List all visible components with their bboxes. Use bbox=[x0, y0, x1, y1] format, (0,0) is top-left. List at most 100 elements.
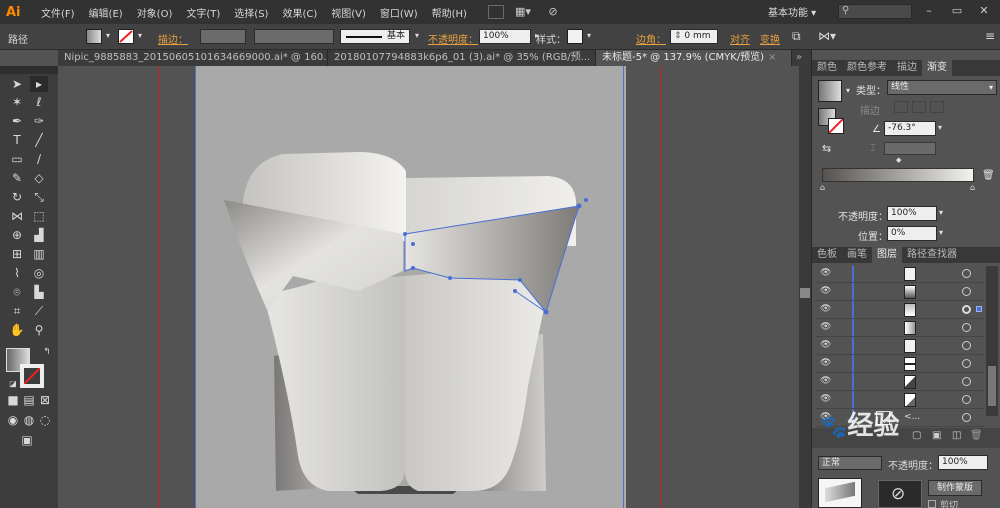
eye-icon[interactable]: 👁 bbox=[820, 304, 831, 314]
menu-edit[interactable]: 编辑(E) bbox=[82, 5, 130, 20]
tab-layers[interactable]: 图层 bbox=[872, 247, 902, 263]
eye-icon[interactable]: 👁 bbox=[820, 322, 831, 332]
scale-tool-icon[interactable]: ⤡ bbox=[30, 189, 48, 205]
eye-icon[interactable]: 👁 bbox=[820, 376, 831, 386]
fill-dropdown-icon[interactable]: ▾ bbox=[103, 31, 113, 42]
arrange-documents-icon[interactable]: ▦▾ bbox=[512, 5, 534, 19]
layer-row[interactable]: 👁 bbox=[816, 338, 984, 355]
eye-icon[interactable]: 👁 bbox=[820, 286, 831, 296]
clip-checkbox[interactable] bbox=[928, 500, 936, 508]
stroke-dropdown-icon[interactable]: ▾ bbox=[135, 31, 145, 42]
tab-swatches[interactable]: 色板 bbox=[812, 247, 842, 263]
layer-row[interactable]: 👁 bbox=[816, 356, 984, 373]
target-icon[interactable] bbox=[962, 377, 971, 386]
angle-dropdown-icon[interactable]: ▾ bbox=[938, 123, 942, 132]
rectangle-tool-icon[interactable]: ▭ bbox=[8, 151, 26, 167]
layer-row[interactable]: 👁 bbox=[816, 302, 984, 319]
stop-position-dropdown-icon[interactable]: ▾ bbox=[939, 228, 943, 237]
tab-overflow-icon[interactable]: » bbox=[792, 50, 802, 66]
target-icon[interactable] bbox=[962, 359, 971, 368]
menu-type[interactable]: 文字(T) bbox=[179, 5, 227, 20]
menu-view[interactable]: 视图(V) bbox=[324, 5, 373, 20]
angle-input[interactable]: -76.3° bbox=[884, 121, 936, 136]
none-mode-icon[interactable]: ⊠ bbox=[36, 392, 54, 408]
line-tool-icon[interactable]: ╱ bbox=[30, 132, 48, 148]
flip-icon[interactable]: ⋈▾ bbox=[818, 29, 836, 43]
stroke-label[interactable]: 描边： bbox=[158, 31, 188, 46]
menu-window[interactable]: 窗口(W) bbox=[373, 5, 425, 20]
clip-mask-icon[interactable]: ◫ bbox=[952, 430, 961, 441]
gradient-preview-swatch[interactable] bbox=[818, 80, 842, 102]
artwork-tooth[interactable] bbox=[58, 66, 799, 508]
curvature-tool-icon[interactable]: ✑ bbox=[30, 113, 48, 129]
eyedropper-icon[interactable]: ⌇ bbox=[8, 265, 26, 281]
tab-pathfinder[interactable]: 路径查找器 bbox=[902, 247, 962, 263]
canvas-area[interactable] bbox=[58, 66, 799, 508]
eye-icon[interactable]: 👁 bbox=[820, 340, 831, 350]
blend-tool-icon[interactable]: ◎ bbox=[30, 265, 48, 281]
symbol-sprayer-icon[interactable]: ⌾ bbox=[8, 284, 26, 300]
target-icon[interactable] bbox=[962, 287, 971, 296]
eye-icon[interactable]: 👁 bbox=[820, 394, 831, 404]
gradient-stop-right[interactable]: ⌂ bbox=[970, 183, 975, 192]
selection-tool-icon[interactable]: ➤ bbox=[8, 76, 26, 92]
brush-definition-field[interactable]: 基本 bbox=[340, 29, 410, 44]
vertical-scrollbar[interactable] bbox=[799, 66, 811, 508]
style-dropdown-icon[interactable]: ▾ bbox=[584, 31, 594, 42]
target-icon[interactable] bbox=[962, 269, 971, 278]
artboard-tool-icon[interactable]: ⌗ bbox=[8, 303, 26, 319]
stop-opacity-dropdown-icon[interactable]: ▾ bbox=[939, 208, 943, 217]
slice-tool-icon[interactable]: ⟋ bbox=[30, 303, 48, 319]
midpoint-diamond-icon[interactable]: ◆ bbox=[896, 156, 901, 164]
zoom-tool-icon[interactable]: ⚲ bbox=[30, 322, 48, 338]
transform-link[interactable]: 变换 bbox=[760, 31, 780, 46]
draw-inside-icon[interactable]: ◌ bbox=[36, 412, 54, 428]
doc-tab-2[interactable]: 20180107794883k6p6_01 (3).ai* @ 35% (RGB… bbox=[328, 50, 596, 66]
layer-row[interactable]: 👁 bbox=[816, 266, 984, 283]
blend-mode-select[interactable]: 正常 bbox=[818, 456, 882, 470]
stroke-gradient-option-1[interactable] bbox=[894, 101, 908, 113]
variable-width-field[interactable] bbox=[254, 29, 334, 44]
menu-effect[interactable]: 效果(C) bbox=[275, 5, 324, 20]
panel-menu-icon[interactable]: ≡ bbox=[985, 29, 995, 43]
gradient-preview-dropdown-icon[interactable]: ▾ bbox=[846, 86, 850, 95]
lasso-icon[interactable]: ℓ bbox=[30, 94, 48, 110]
paintbrush-icon[interactable]: ∕ bbox=[30, 151, 48, 167]
gpu-performance-icon[interactable]: ⊘ bbox=[542, 5, 564, 19]
magic-wand-icon[interactable]: ✶ bbox=[8, 94, 26, 110]
isolate-object-icon[interactable]: ⧉ bbox=[792, 29, 801, 44]
close-tab-icon[interactable]: × bbox=[768, 52, 776, 63]
target-icon[interactable] bbox=[962, 323, 971, 332]
layer-row[interactable]: 👁 bbox=[816, 320, 984, 337]
layers-scrollbar[interactable] bbox=[986, 266, 998, 416]
stroke-gradient-option-3[interactable] bbox=[930, 101, 944, 113]
mask-thumbnail[interactable]: ⊘ bbox=[878, 480, 922, 508]
tab-stroke[interactable]: 描边 bbox=[892, 60, 922, 76]
selection-indicator[interactable] bbox=[976, 306, 982, 312]
stroke-weight-field[interactable] bbox=[200, 29, 246, 44]
stop-opacity-input[interactable]: 100% bbox=[887, 206, 937, 221]
gradient-type-select[interactable]: 线性 ▾ bbox=[887, 80, 997, 95]
fill-swatch[interactable] bbox=[86, 29, 102, 44]
tab-brushes[interactable]: 画笔 bbox=[842, 247, 872, 263]
doc-tab-1[interactable]: Nipic_9885883_20150605101634669000.ai* @… bbox=[58, 50, 328, 66]
aspect-ratio-input[interactable] bbox=[884, 142, 936, 155]
search-input[interactable]: ⚲ bbox=[838, 4, 912, 19]
maximize-icon[interactable]: ▭ bbox=[948, 4, 966, 18]
align-link[interactable]: 对齐 bbox=[730, 31, 750, 46]
scroll-thumb[interactable] bbox=[800, 288, 810, 298]
bridge-icon[interactable] bbox=[487, 5, 504, 19]
screen-mode-icon[interactable]: ▣ bbox=[18, 432, 36, 448]
tab-gradient[interactable]: 渐变 bbox=[922, 60, 952, 76]
eye-icon[interactable]: 👁 bbox=[820, 358, 831, 368]
brush-dropdown-icon[interactable]: ▾ bbox=[412, 31, 422, 42]
stroke-swatch[interactable] bbox=[118, 29, 134, 44]
pen-tool-icon[interactable]: ✒ bbox=[8, 113, 26, 129]
menu-select[interactable]: 选择(S) bbox=[227, 5, 275, 20]
perspective-grid-icon[interactable]: ▟ bbox=[30, 227, 48, 243]
doc-tab-3[interactable]: 未标题-5* @ 137.9% (CMYK/预览) × bbox=[596, 50, 792, 66]
eye-icon[interactable]: 👁 bbox=[820, 268, 831, 278]
delete-stop-icon[interactable]: 🗑 bbox=[982, 170, 995, 181]
corner-label[interactable]: 边角： bbox=[636, 31, 666, 46]
tab-color-guide[interactable]: 颜色参考 bbox=[842, 60, 892, 76]
